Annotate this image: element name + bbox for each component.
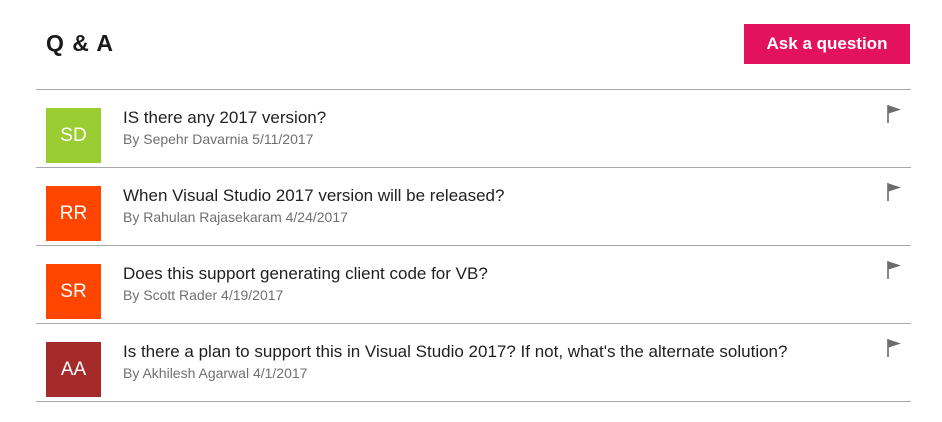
list-item: SD IS there any 2017 version? By Sepehr … [36,90,911,168]
question-title[interactable]: IS there any 2017 version? [123,107,326,129]
ask-question-button[interactable]: Ask a question [744,24,910,64]
question-byline: By Scott Rader 4/19/2017 [123,287,284,303]
question-byline: By Akhilesh Agarwal 4/1/2017 [123,365,308,381]
flag-icon[interactable] [886,182,904,202]
avatar: AA [46,342,101,397]
list-item: RR When Visual Studio 2017 version will … [36,168,911,246]
avatar: RR [46,186,101,241]
question-byline: By Rahulan Rajasekaram 4/24/2017 [123,209,348,225]
list-item: AA Is there a plan to support this in Vi… [36,324,911,402]
avatar: SD [46,108,101,163]
question-byline: By Sepehr Davarnia 5/11/2017 [123,131,314,147]
list-item: SR Does this support generating client c… [36,246,911,324]
question-title[interactable]: Is there a plan to support this in Visua… [123,341,787,363]
question-list: SD IS there any 2017 version? By Sepehr … [36,89,911,402]
question-title[interactable]: Does this support generating client code… [123,263,488,285]
question-title[interactable]: When Visual Studio 2017 version will be … [123,185,504,207]
avatar: SR [46,264,101,319]
flag-icon[interactable] [886,338,904,358]
page-title: Q & A [46,30,115,56]
flag-icon[interactable] [886,260,904,280]
flag-icon[interactable] [886,104,904,124]
